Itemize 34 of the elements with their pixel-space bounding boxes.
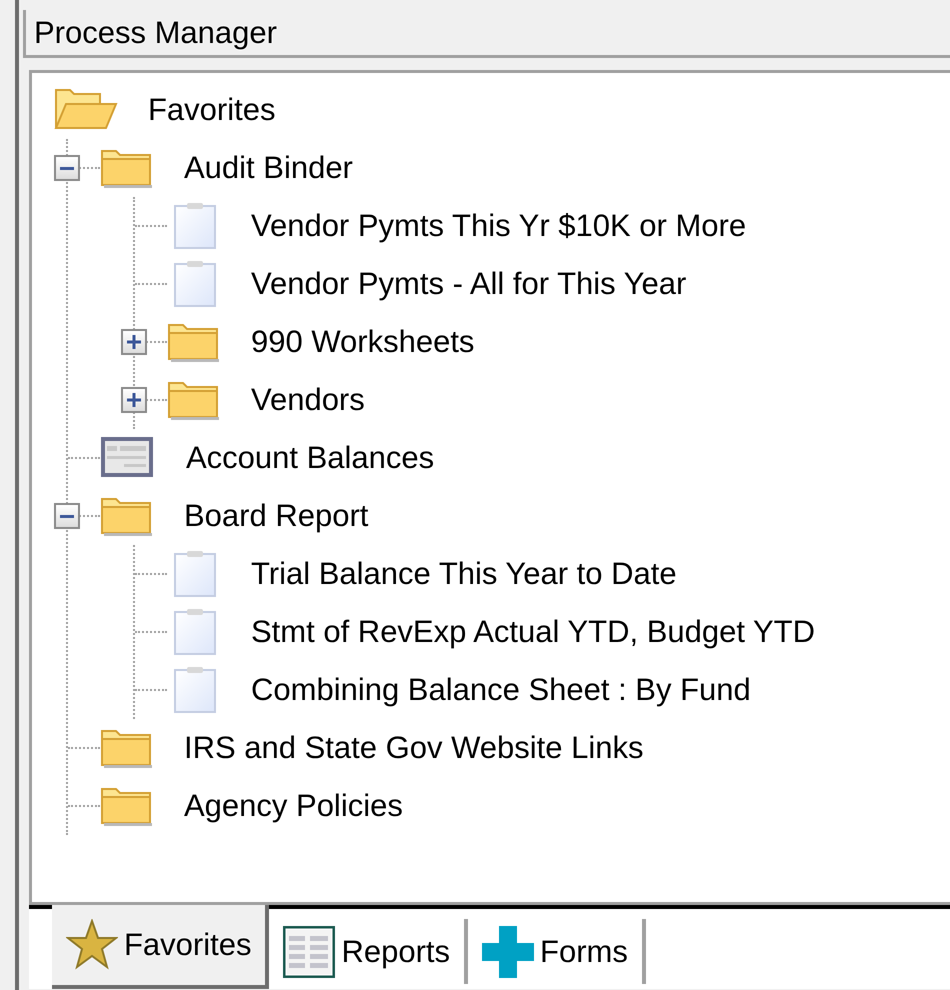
folder-icon — [100, 785, 154, 827]
tree-item-label[interactable]: Vendor Pymts This Yr $10K or More — [251, 208, 746, 244]
tree-item-label[interactable]: Vendors — [251, 382, 365, 418]
minus-icon — [60, 514, 74, 518]
panel-title: Process Manager — [34, 14, 277, 50]
tree-item-label[interactable]: Trial Balance This Year to Date — [251, 556, 677, 592]
minus-icon — [60, 166, 74, 170]
tree-item-label[interactable]: Account Balances — [186, 440, 434, 476]
plus-icon — [482, 926, 534, 978]
star-icon — [66, 919, 118, 971]
tree-item-label[interactable]: IRS and State Gov Website Links — [184, 730, 644, 766]
tree-item-label[interactable]: Favorites — [148, 92, 276, 128]
tree-item-label[interactable]: Agency Policies — [184, 788, 403, 824]
open-folder-icon — [54, 88, 118, 132]
tree-item-label[interactable]: Stmt of RevExp Actual YTD, Budget YTD — [251, 614, 815, 650]
plus-icon — [127, 393, 141, 407]
tree-item-label[interactable]: 990 Worksheets — [251, 324, 474, 360]
tree-item-label[interactable]: Combining Balance Sheet : By Fund — [251, 672, 751, 708]
form-window-icon — [100, 436, 156, 480]
tree-item-label[interactable]: Board Report — [184, 498, 368, 534]
expand-button[interactable] — [121, 387, 147, 413]
expand-button[interactable] — [121, 329, 147, 355]
collapse-button[interactable] — [54, 155, 80, 181]
folder-icon — [100, 147, 154, 189]
folder-icon — [100, 727, 154, 769]
table-sheet-icon — [283, 926, 336, 978]
folder-icon — [167, 379, 221, 421]
folder-icon — [167, 321, 221, 363]
plus-icon — [127, 335, 141, 349]
folder-icon — [100, 495, 154, 537]
tree-item-label[interactable]: Audit Binder — [184, 150, 353, 186]
tab[interactable]: Favorites — [52, 905, 270, 989]
tree-item-label[interactable]: Vendor Pymts - All for This Year — [251, 266, 686, 302]
collapse-button[interactable] — [54, 503, 80, 529]
